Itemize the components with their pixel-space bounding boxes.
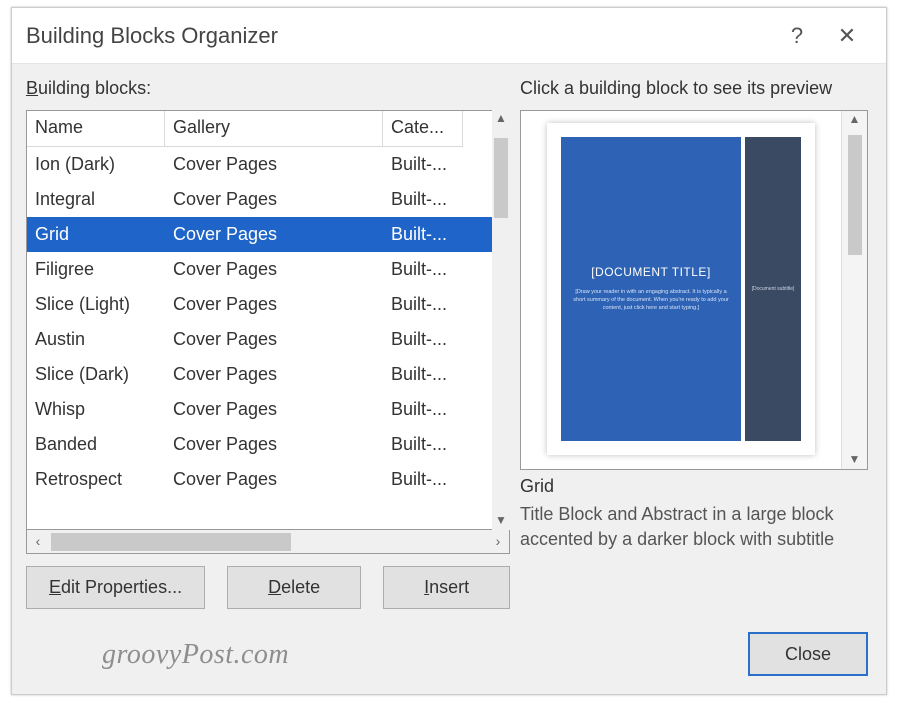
cell-category: Built-... xyxy=(383,325,463,354)
col-header-category[interactable]: Cate... xyxy=(383,111,463,147)
cell-name: Grid xyxy=(27,220,165,249)
preview-label: Click a building block to see its previe… xyxy=(520,78,832,99)
list-header: Name Gallery Cate... xyxy=(27,111,509,147)
list-body: Ion (Dark)Cover PagesBuilt-...IntegralCo… xyxy=(27,147,509,529)
cell-gallery: Cover Pages xyxy=(165,325,383,354)
preview-page: [DOCUMENT TITLE] [Draw your reader in wi… xyxy=(547,123,815,455)
preview-scroll-thumb[interactable] xyxy=(848,135,862,255)
dialog-title: Building Blocks Organizer xyxy=(26,23,772,49)
dialog-body: Building blocks: Click a building block … xyxy=(12,64,886,694)
table-row[interactable]: RetrospectCover PagesBuilt-... xyxy=(27,462,509,497)
watermark: groovyPost.com xyxy=(102,639,289,671)
preview-description: Title Block and Abstract in a large bloc… xyxy=(520,502,872,552)
cell-category: Built-... xyxy=(383,185,463,214)
scroll-left-icon[interactable]: ‹ xyxy=(27,530,49,554)
table-row[interactable]: WhispCover PagesBuilt-... xyxy=(27,392,509,427)
preview-doc-title: [DOCUMENT TITLE] xyxy=(591,265,711,279)
cell-gallery: Cover Pages xyxy=(165,465,383,494)
cell-category: Built-... xyxy=(383,220,463,249)
cell-gallery: Cover Pages xyxy=(165,220,383,249)
preview-side-block: [Document subtitle] xyxy=(745,137,801,441)
cell-name: Filigree xyxy=(27,255,165,284)
delete-button[interactable]: Delete xyxy=(227,566,361,609)
cell-name: Slice (Dark) xyxy=(27,360,165,389)
close-x-button[interactable]: ✕ xyxy=(822,16,872,56)
preview-pane: [DOCUMENT TITLE] [Draw your reader in wi… xyxy=(520,110,868,470)
preview-vertical-scrollbar[interactable]: ▲ ▼ xyxy=(841,111,867,469)
cell-name: Integral xyxy=(27,185,165,214)
table-row[interactable]: Ion (Dark)Cover PagesBuilt-... xyxy=(27,147,509,182)
cell-category: Built-... xyxy=(383,395,463,424)
help-button[interactable]: ? xyxy=(772,16,822,56)
edit-properties-button[interactable]: Edit Properties... xyxy=(26,566,205,609)
table-row[interactable]: Slice (Light)Cover PagesBuilt-... xyxy=(27,287,509,322)
col-header-name[interactable]: Name xyxy=(27,111,165,147)
cell-name: Slice (Light) xyxy=(27,290,165,319)
cell-category: Built-... xyxy=(383,465,463,494)
table-row[interactable]: Slice (Dark)Cover PagesBuilt-... xyxy=(27,357,509,392)
scroll-right-icon[interactable]: › xyxy=(487,530,509,554)
table-row[interactable]: BandedCover PagesBuilt-... xyxy=(27,427,509,462)
building-blocks-organizer-dialog: Building Blocks Organizer ? ✕ Building b… xyxy=(11,7,887,695)
col-header-gallery[interactable]: Gallery xyxy=(165,111,383,147)
cell-name: Ion (Dark) xyxy=(27,150,165,179)
close-button[interactable]: Close xyxy=(748,632,868,676)
list-horizontal-scrollbar[interactable]: ‹ › xyxy=(26,530,510,554)
insert-button[interactable]: Insert xyxy=(383,566,510,609)
hscroll-thumb[interactable] xyxy=(51,533,291,551)
table-row[interactable]: AustinCover PagesBuilt-... xyxy=(27,322,509,357)
cell-name: Banded xyxy=(27,430,165,459)
cell-name: Retrospect xyxy=(27,465,165,494)
cell-gallery: Cover Pages xyxy=(165,360,383,389)
cell-category: Built-... xyxy=(383,290,463,319)
cell-name: Austin xyxy=(27,325,165,354)
scroll-thumb[interactable] xyxy=(494,138,508,218)
preview-scroll-up-icon[interactable]: ▲ xyxy=(849,111,861,129)
cell-gallery: Cover Pages xyxy=(165,430,383,459)
preview-scroll-down-icon[interactable]: ▼ xyxy=(849,451,861,469)
scroll-up-icon[interactable]: ▲ xyxy=(492,110,510,128)
cell-category: Built-... xyxy=(383,360,463,389)
cell-gallery: Cover Pages xyxy=(165,150,383,179)
table-row[interactable]: FiligreeCover PagesBuilt-... xyxy=(27,252,509,287)
preview-body: [DOCUMENT TITLE] [Draw your reader in wi… xyxy=(521,111,841,469)
cell-category: Built-... xyxy=(383,430,463,459)
cell-gallery: Cover Pages xyxy=(165,255,383,284)
scroll-down-icon[interactable]: ▼ xyxy=(492,512,510,530)
preview-main-block: [DOCUMENT TITLE] [Draw your reader in wi… xyxy=(561,137,741,441)
titlebar: Building Blocks Organizer ? ✕ xyxy=(12,8,886,64)
list-vertical-scrollbar[interactable]: ▲ ▼ xyxy=(492,110,510,530)
table-row[interactable]: IntegralCover PagesBuilt-... xyxy=(27,182,509,217)
cell-gallery: Cover Pages xyxy=(165,290,383,319)
cell-gallery: Cover Pages xyxy=(165,185,383,214)
building-blocks-label: Building blocks: xyxy=(26,78,151,99)
preview-abstract: [Draw your reader in with an engaging ab… xyxy=(571,289,731,312)
cell-category: Built-... xyxy=(383,150,463,179)
table-row[interactable]: GridCover PagesBuilt-... xyxy=(27,217,509,252)
cell-gallery: Cover Pages xyxy=(165,395,383,424)
action-button-row: Edit Properties... Delete Insert xyxy=(26,566,510,609)
cell-name: Whisp xyxy=(27,395,165,424)
building-blocks-list[interactable]: Name Gallery Cate... Ion (Dark)Cover Pag… xyxy=(26,110,510,530)
preview-name: Grid xyxy=(520,476,554,497)
cell-category: Built-... xyxy=(383,255,463,284)
